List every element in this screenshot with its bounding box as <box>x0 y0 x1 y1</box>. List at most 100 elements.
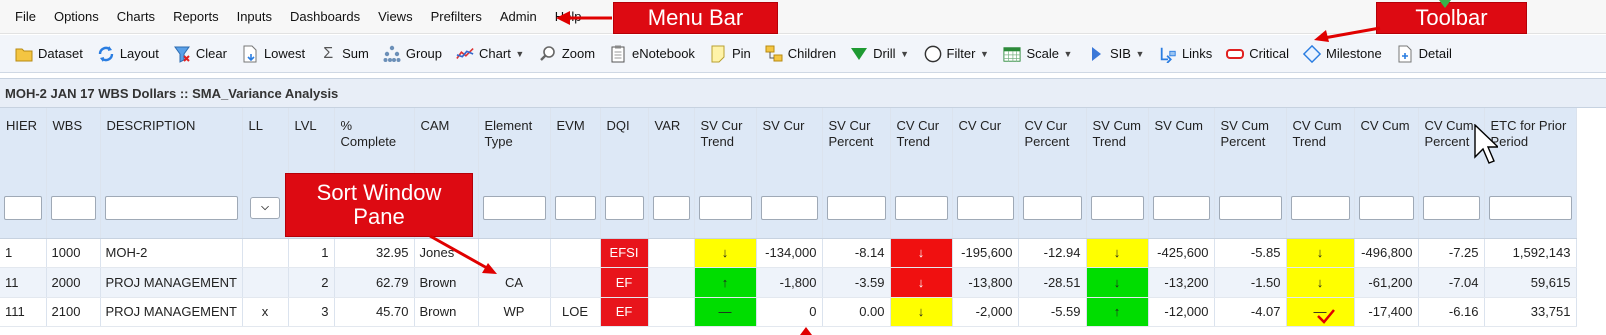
col-header-pct-complete[interactable]: % Complete <box>334 108 415 178</box>
col-header-evm[interactable]: EVM <box>550 108 601 178</box>
filter-input[interactable] <box>760 195 818 220</box>
col-header-lvl[interactable]: LVL <box>288 108 335 178</box>
toolbar-lowest-button[interactable]: Lowest <box>234 35 312 73</box>
col-header-wbs[interactable]: WBS <box>46 108 101 178</box>
col-header-description[interactable]: DESCRIPTION <box>100 108 243 178</box>
filter-input[interactable] <box>604 195 644 220</box>
toolbar-layout-button[interactable]: Layout <box>90 35 166 73</box>
toolbar-label: Scale <box>1026 46 1059 61</box>
filter-sv-cur <box>756 178 823 239</box>
dqi-badge[interactable]: EFSI <box>600 238 649 268</box>
dqi-badge[interactable]: EF <box>600 267 649 298</box>
menu-views[interactable]: Views <box>369 9 421 24</box>
toolbar-drill-button[interactable]: Drill ▼ <box>843 35 916 73</box>
toolbar-milestone-button[interactable]: Milestone <box>1296 35 1389 73</box>
cell-sv-cum: -13,200 <box>1148 267 1215 298</box>
toolbar-group-button[interactable]: Group <box>376 35 449 73</box>
col-header-sv-cur-percent[interactable]: SV Cur Percent <box>822 108 891 178</box>
col-header-cv-cur-percent[interactable]: CV Cur Percent <box>1018 108 1087 178</box>
toolbar-pin-button[interactable]: Pin <box>702 35 758 73</box>
dqi-badge[interactable]: EF <box>600 297 649 327</box>
col-header-cv-cur[interactable]: CV Cur <box>952 108 1019 178</box>
col-header-dqi[interactable]: DQI <box>600 108 649 178</box>
toolbar-sum-button[interactable]: Σ Sum <box>312 35 376 73</box>
filter-input[interactable] <box>652 195 690 220</box>
filter-input[interactable] <box>104 195 238 220</box>
chevron-down-icon[interactable]: ▼ <box>515 49 525 59</box>
col-header-cam[interactable]: CAM <box>414 108 479 178</box>
filter-input[interactable] <box>956 195 1014 220</box>
filter-input[interactable] <box>50 195 96 220</box>
col-header-sv-cum-trend[interactable]: SV Cum Trend <box>1086 108 1149 178</box>
menu-bar-callout: Menu Bar <box>613 2 778 34</box>
col-header-hier[interactable]: HIER <box>0 108 47 178</box>
filter-select[interactable]: ⌵ <box>250 196 280 219</box>
chevron-down-icon[interactable]: ▼ <box>1135 49 1145 59</box>
col-header-sv-cum-percent[interactable]: SV Cum Percent <box>1214 108 1287 178</box>
col-header-sv-cur-trend[interactable]: SV Cur Trend <box>694 108 757 178</box>
filter-input[interactable] <box>1290 195 1350 220</box>
cell-sv-cum-percent: -1.50 <box>1214 267 1287 298</box>
filter-input[interactable] <box>1022 195 1082 220</box>
toolbar-dataset-button[interactable]: Dataset <box>8 35 90 73</box>
toolbar-critical-button[interactable]: Critical <box>1219 35 1296 73</box>
toolbar-clear-button[interactable]: Clear <box>166 35 234 73</box>
col-header-element-type[interactable]: Element Type <box>478 108 551 178</box>
menu-charts[interactable]: Charts <box>108 9 164 24</box>
lowest-page-icon <box>241 45 259 63</box>
toolbar-filter-button[interactable]: Filter ▼ <box>917 35 997 73</box>
menu-help[interactable]: Help <box>546 9 591 24</box>
col-header-cv-cum[interactable]: CV Cum <box>1354 108 1419 178</box>
filter-input[interactable] <box>894 195 948 220</box>
toolbar-detail-button[interactable]: Detail <box>1389 35 1459 73</box>
toolbar-links-button[interactable]: Links <box>1152 35 1219 73</box>
menu-inputs[interactable]: Inputs <box>228 9 281 24</box>
chevron-down-icon[interactable]: ▼ <box>1063 49 1073 59</box>
col-header-ll[interactable]: LL <box>242 108 289 178</box>
col-header-var[interactable]: VAR <box>648 108 695 178</box>
filter-input[interactable] <box>1090 195 1144 220</box>
filter-input[interactable] <box>1358 195 1414 220</box>
drill-down-triangle-icon <box>850 45 868 63</box>
filter-input[interactable] <box>826 195 886 220</box>
filter-input[interactable] <box>1152 195 1210 220</box>
filter-input[interactable] <box>482 195 546 220</box>
toolbar-enotebook-button[interactable]: eNotebook <box>602 35 702 73</box>
filter-ll: ⌵ <box>242 178 289 239</box>
cell-ll <box>242 238 289 268</box>
toolbar-chart-button[interactable]: Chart ▼ <box>449 35 532 73</box>
trend-up-arrow-icon: ↑ <box>694 267 757 298</box>
toolbar-scale-button[interactable]: Scale ▼ <box>996 35 1080 73</box>
col-header-sv-cur[interactable]: SV Cur <box>756 108 823 178</box>
filter-input[interactable] <box>554 195 596 220</box>
toolbar-sib-button[interactable]: SIB ▼ <box>1080 35 1152 73</box>
filter-input[interactable] <box>4 195 42 220</box>
menu-file[interactable]: File <box>6 9 45 24</box>
filter-hier <box>0 178 47 239</box>
toolbar-zoom-button[interactable]: Zoom <box>532 35 602 73</box>
col-header-cv-cum-trend[interactable]: CV Cum Trend <box>1286 108 1355 178</box>
col-header-sv-cum[interactable]: SV Cum <box>1148 108 1215 178</box>
menu-options[interactable]: Options <box>45 9 108 24</box>
cell-cam: Jones <box>414 238 479 268</box>
filter-input[interactable] <box>1218 195 1282 220</box>
chevron-down-icon[interactable]: ▼ <box>900 49 910 59</box>
chevron-down-icon[interactable]: ▼ <box>979 49 989 59</box>
menu-dashboards[interactable]: Dashboards <box>281 9 369 24</box>
filter-input[interactable] <box>1488 195 1572 220</box>
table-row[interactable]: 111 2100 PROJ MANAGEMENT x 3 45.70 Brown… <box>0 297 1577 327</box>
table-row[interactable]: 1 1000 MOH-2 1 32.95 Jones EFSI ↓ -134,0… <box>0 238 1577 268</box>
table-row[interactable]: 11 2000 PROJ MANAGEMENT 2 62.79 Brown CA… <box>0 267 1577 298</box>
filter-cv-cur <box>952 178 1019 239</box>
col-header-cv-cur-trend[interactable]: CV Cur Trend <box>890 108 953 178</box>
menu-reports[interactable]: Reports <box>164 9 228 24</box>
menu-admin[interactable]: Admin <box>491 9 546 24</box>
menu-prefilters[interactable]: Prefilters <box>422 9 491 24</box>
toolbar-children-button[interactable]: Children <box>758 35 843 73</box>
critical-bar-icon <box>1226 45 1245 63</box>
filter-input[interactable] <box>1422 195 1480 220</box>
clear-filter-icon <box>173 45 191 63</box>
cell-pct-complete: 32.95 <box>334 238 415 268</box>
filter-input[interactable] <box>698 195 752 220</box>
filter-wbs <box>46 178 101 239</box>
